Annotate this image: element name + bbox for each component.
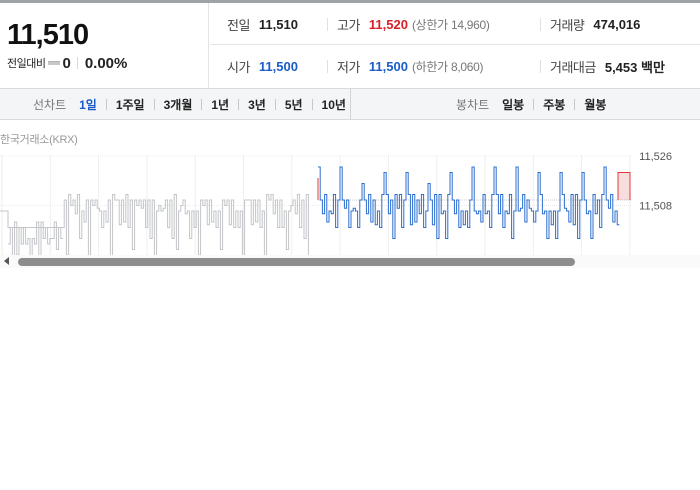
previous-session-line <box>0 210 62 228</box>
divider <box>274 98 276 110</box>
intraday-chart: 11,526 11,508 <box>0 145 700 255</box>
tab-daily-candle[interactable]: 일봉 <box>499 96 527 113</box>
tab-10y[interactable]: 10년 <box>319 96 349 113</box>
tab-5y[interactable]: 5년 <box>282 96 306 113</box>
previous-session-line <box>8 221 63 255</box>
divider <box>201 98 203 110</box>
tab-1y[interactable]: 1년 <box>208 96 232 113</box>
stat-label: 고가 <box>337 17 360 33</box>
line-chart-label: 선차트 <box>33 97 67 112</box>
candle-chart-label: 봉차트 <box>456 97 490 112</box>
stat-value: 11,520 <box>368 16 408 32</box>
stat-value: 11,510 <box>258 16 298 32</box>
divider <box>76 57 78 69</box>
lower-limit-label: 하한가 <box>415 59 449 74</box>
stat-volume: 거래량 474,016 <box>550 3 640 45</box>
stat-label: 전일 <box>227 17 250 33</box>
lower-limit: (하한가 8,060) <box>411 59 484 74</box>
divider <box>238 98 240 110</box>
stat-label: 시가 <box>227 59 250 75</box>
stat-value: 5,453 백만 <box>604 59 665 75</box>
chart-tab-bar: 선차트 1일 1주일 3개월 1년 3년 5년 10년 봉차트 일봉 주봉 월봉 <box>0 88 700 120</box>
chart-svg: 11,526 11,508 <box>0 151 672 255</box>
scroll-thumb[interactable] <box>18 258 575 266</box>
previous-session-line <box>62 194 309 255</box>
divider <box>311 98 313 110</box>
candle-chart-tabs: 봉차트 일봉 주봉 월봉 <box>456 89 609 119</box>
stat-trade-value: 거래대금 5,453 백만 <box>550 45 665 87</box>
tab-1d[interactable]: 1일 <box>76 96 100 113</box>
change-row: 전일대비 0 0.00% <box>7 54 127 72</box>
current-session-line <box>318 166 620 239</box>
price-summary: 11,510 전일대비 0 0.00% <box>0 3 209 88</box>
chart-scrollbar[interactable] <box>0 255 700 268</box>
divider <box>327 60 328 73</box>
lower-limit-value: 8,060 <box>450 59 480 74</box>
upper-limit-label: 상한가 <box>415 17 449 32</box>
stat-high: 고가 11,520 (상한가 14,960) <box>337 3 490 45</box>
tab-weekly-candle[interactable]: 주봉 <box>540 96 568 113</box>
tab-3y[interactable]: 3년 <box>245 96 269 113</box>
current-price: 11,510 <box>7 19 89 51</box>
y-tick-label: 11,526 <box>639 151 672 163</box>
high-marker-line <box>617 172 631 200</box>
stat-label: 거래량 <box>550 17 585 33</box>
change-percent: 0.00% <box>84 54 128 72</box>
divider <box>153 98 155 110</box>
divider <box>105 98 107 110</box>
stat-prev-close: 전일 11,510 <box>227 3 298 45</box>
stats-grid: 전일 11,510 고가 11,520 (상한가 14,960) 거래량 474… <box>210 3 700 88</box>
stat-open: 시가 11,500 <box>227 45 298 87</box>
upper-limit: (상한가 14,960) <box>411 17 490 32</box>
stat-low: 저가 11,500 (하한가 8,060) <box>337 45 483 87</box>
divider <box>540 18 541 31</box>
divider <box>540 60 541 73</box>
divider <box>350 89 351 119</box>
stat-value: 11,500 <box>258 58 298 74</box>
stat-label: 저가 <box>337 59 360 75</box>
stats-row-2: 시가 11,500 저가 11,500 (하한가 8,060) 거래대금 5,4… <box>210 45 700 87</box>
change-label: 전일대비 <box>7 58 46 70</box>
y-tick-label: 11,508 <box>639 201 672 213</box>
tab-3m[interactable]: 3개월 <box>161 96 196 113</box>
divider <box>574 98 576 110</box>
tab-monthly-candle[interactable]: 월봉 <box>581 96 609 113</box>
stats-row-1: 전일 11,510 고가 11,520 (상한가 14,960) 거래량 474… <box>210 3 700 45</box>
flat-dash-icon <box>48 61 61 65</box>
stat-value: 11,500 <box>368 58 408 74</box>
divider <box>327 18 328 31</box>
line-chart-tabs: 선차트 1일 1주일 3개월 1년 3년 5년 10년 <box>33 89 349 119</box>
divider <box>533 98 535 110</box>
tab-1w[interactable]: 1주일 <box>113 96 148 113</box>
stat-label: 거래대금 <box>550 59 596 75</box>
scroll-left-arrow-icon[interactable] <box>4 257 9 265</box>
upper-limit-value: 14,960 <box>450 17 486 32</box>
change-value: 0 <box>62 54 71 72</box>
stat-value: 474,016 <box>593 16 641 32</box>
